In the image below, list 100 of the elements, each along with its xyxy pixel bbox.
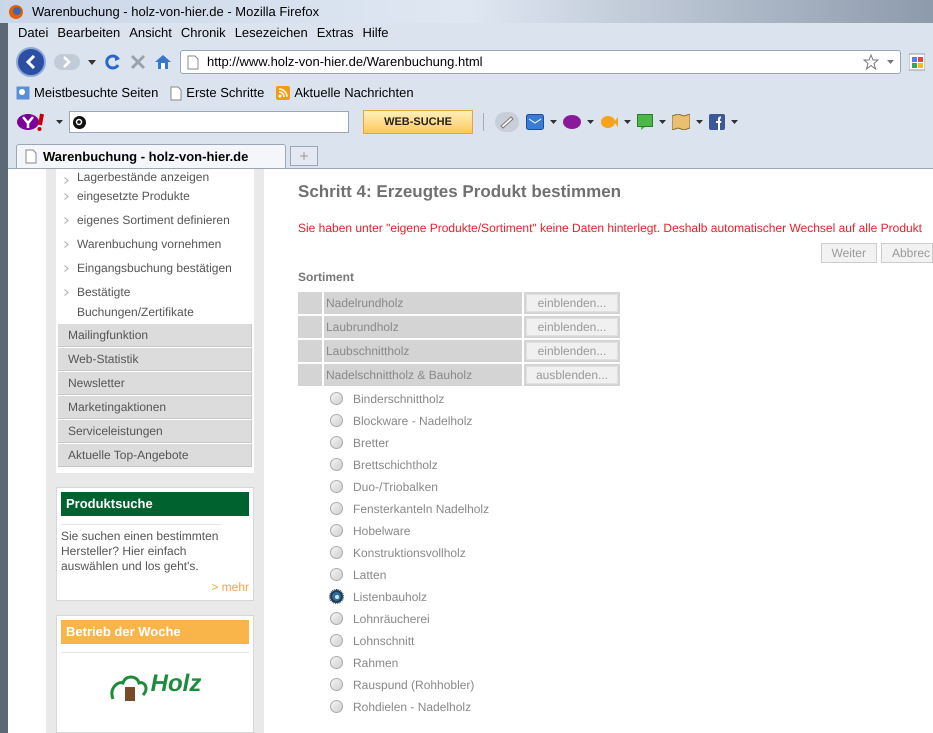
chevron-icon <box>64 241 69 248</box>
dropdown-icon[interactable] <box>731 120 738 124</box>
option-label: Binderschnittholz <box>353 390 444 408</box>
bookmark-link[interactable]: Meistbesuchte Seiten <box>16 83 158 103</box>
category-marker <box>298 364 322 386</box>
radio-button[interactable] <box>330 502 343 515</box>
page-icon <box>187 54 199 70</box>
sidebar-link[interactable]: Eingangsbuchung bestätigen <box>58 256 252 280</box>
page-icon <box>25 149 37 164</box>
dropdown-icon[interactable] <box>587 120 594 124</box>
radio-button[interactable] <box>330 590 343 603</box>
radio-button[interactable] <box>330 700 343 713</box>
address-field[interactable]: http://www.holz-von-hier.de/Warenbuchung.html <box>180 50 901 74</box>
radio-button[interactable] <box>330 656 343 669</box>
menu-item[interactable]: Chronik <box>180 23 226 43</box>
option-label: Duo-/Triobalken <box>353 478 438 496</box>
feed-icon <box>276 86 290 100</box>
radio-button[interactable] <box>330 436 343 449</box>
option-label: Lohnräucherei <box>353 610 430 628</box>
sidebar-menu-item[interactable]: Serviceleistungen <box>58 420 252 443</box>
window-title: Warenbuchung - holz-von-hier.de - Mozilla Firefox <box>32 2 320 21</box>
radio-button[interactable] <box>330 634 343 647</box>
dropdown-icon[interactable] <box>696 120 703 124</box>
category-marker <box>298 340 322 362</box>
search-engine-icon[interactable] <box>909 53 925 71</box>
radio-button[interactable] <box>330 524 343 537</box>
search-page-icon <box>16 86 30 100</box>
sidebar-menu-item[interactable]: Mailingfunktion <box>58 324 252 347</box>
back-button[interactable] <box>16 47 46 77</box>
sidebar-link[interactable]: eigenes Sortiment definieren <box>58 208 252 232</box>
option-label: Blockware - Nadelholz <box>353 412 472 430</box>
radio-button[interactable] <box>330 612 343 625</box>
category-label: Nadelschnittholz & Bauholz <box>324 364 522 386</box>
dropdown-icon[interactable] <box>56 120 63 124</box>
sidebar-menu-item[interactable]: Aktuelle Top-Angebote <box>58 444 252 467</box>
radio-button[interactable] <box>330 414 343 427</box>
radio-button[interactable] <box>330 480 343 493</box>
option-label: Rahmen <box>353 654 398 672</box>
home-icon[interactable] <box>154 54 172 70</box>
sidebar-menu-item[interactable]: Newsletter <box>58 372 252 395</box>
menu-item[interactable]: Hilfe <box>362 23 389 43</box>
mail-icon[interactable] <box>526 114 544 130</box>
radio-button[interactable] <box>330 546 343 559</box>
dropdown-icon[interactable] <box>659 120 666 124</box>
page-heading: Schritt 4: Erzeugtes Produkt bestimmen <box>298 181 622 203</box>
firefox-icon <box>8 4 24 20</box>
card-title: Produktsuche <box>61 492 249 516</box>
chevron-icon <box>64 217 69 224</box>
category-marker <box>298 292 322 314</box>
search-icon <box>73 116 86 128</box>
option-label: Rauspund (Rohhobler) <box>353 676 474 694</box>
radio-button[interactable] <box>330 568 343 581</box>
sidebar-link[interactable]: Warenbuchung vornehmen <box>58 232 252 256</box>
dropdown-icon[interactable] <box>887 60 894 64</box>
chat-icon[interactable] <box>637 114 653 130</box>
notice-message: Sie haben unter "eigene Produkte/Sortiment" keine Daten hinterlegt. Deshalb automatischer Wechsel auf alle Produkt <box>298 220 923 236</box>
option-label: Latten <box>353 566 386 584</box>
category-label: Laubrundholz <box>324 316 522 338</box>
sidebar-menu-item[interactable]: Marketingaktionen <box>58 396 252 419</box>
logo-text: Holz <box>150 671 202 697</box>
card-title: Betrieb der Woche <box>61 620 249 644</box>
profile-icon[interactable] <box>563 114 581 130</box>
option-label: Fensterkanteln Nadelholz <box>353 500 490 518</box>
option-label: Listenbauholz <box>353 588 428 606</box>
menu-item[interactable]: Extras <box>316 23 354 43</box>
radio-button[interactable] <box>330 392 343 405</box>
menu-item[interactable]: Ansicht <box>129 23 172 43</box>
search-field[interactable] <box>69 111 349 133</box>
dropdown-icon[interactable] <box>624 120 631 124</box>
reload-icon[interactable] <box>104 53 122 71</box>
map-icon[interactable] <box>672 114 690 130</box>
dropdown-icon[interactable] <box>550 120 557 124</box>
pen-icon[interactable] <box>494 111 520 133</box>
sidebar-link[interactable]: eingesetzte Produkte <box>58 184 252 208</box>
option-label: Bretter <box>353 434 390 452</box>
section-heading: Sortiment <box>298 268 356 286</box>
star-icon[interactable] <box>863 54 879 70</box>
facebook-icon[interactable] <box>709 114 725 130</box>
web-search-button[interactable]: WEB-SUCHE <box>363 110 473 134</box>
option-label: Rohdielen - Nadelholz <box>353 698 472 716</box>
option-label: Lohnschnitt <box>353 632 414 650</box>
option-label: Hobelware <box>353 522 410 540</box>
menu-item[interactable]: Lesezeichen <box>234 23 308 43</box>
bookmark-link[interactable]: Erste Schritte <box>170 83 264 103</box>
sidebar-link[interactable]: Bestätigte Buchungen/Zertifikate <box>58 280 252 324</box>
option-label: Brettschichtholz <box>353 456 438 474</box>
category-label: Laubschnittholz <box>324 340 522 362</box>
radio-button[interactable] <box>330 458 343 471</box>
browser-tab[interactable]: Warenbuchung - holz-von-hier.de <box>16 144 286 168</box>
new-tab-button[interactable] <box>290 146 318 166</box>
sidebar-menu-item[interactable]: Web-Statistik <box>58 348 252 371</box>
menu-item[interactable]: Datei <box>18 23 48 43</box>
dropdown-icon[interactable] <box>88 60 96 64</box>
menu-item[interactable]: Bearbeiten <box>57 23 120 43</box>
chevron-icon <box>64 177 69 184</box>
plus-icon <box>300 152 308 160</box>
url-text: http://www.holz-von-hier.de/Warenbuchung.html <box>207 53 484 72</box>
bookmark-link[interactable]: Aktuelle Nachrichten <box>276 83 414 103</box>
sidebar-link[interactable]: Lagerbestände anzeigen <box>58 169 252 184</box>
radio-button[interactable] <box>330 678 343 691</box>
